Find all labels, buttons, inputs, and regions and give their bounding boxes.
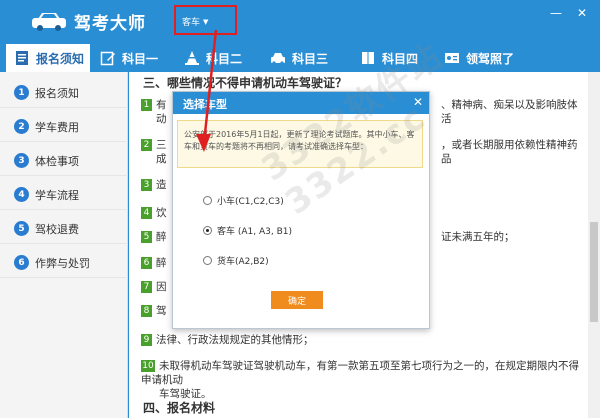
item-badge: 2 <box>141 139 152 151</box>
sidebar-item-label: 驾校退费 <box>35 222 79 236</box>
sidebar-item-baoming[interactable]: 1 报名须知 <box>0 78 128 108</box>
sidebar-item-refund[interactable]: 5 驾校退费 <box>0 214 128 244</box>
tab-label: 报名须知 <box>36 51 85 66</box>
edit-icon <box>100 51 115 66</box>
car-type-dialog: 选择车型 ✕ 公安部于2016年5月1日起，更新了理论考试题库。其中小车、客车和… <box>172 91 430 329</box>
tab-kemu3[interactable]: 科目三 <box>262 44 348 72</box>
radio-option-bus[interactable]: 客车 (A1, A3, B1) <box>203 224 292 237</box>
tab-kemu1[interactable]: 科目一 <box>92 44 172 72</box>
close-icon[interactable]: ✕ <box>574 6 590 20</box>
cone-icon <box>185 51 199 65</box>
sidebar-item-cheating[interactable]: 6 作弊与处罚 <box>0 248 128 278</box>
tab-license[interactable]: 领驾照了 <box>436 44 528 72</box>
app-title: 驾考大师 <box>74 14 146 34</box>
sidebar-item-label: 报名须知 <box>35 86 79 100</box>
item-badge: 9 <box>141 334 152 346</box>
item-badge: 10 <box>141 360 155 372</box>
radio-button[interactable] <box>203 226 212 235</box>
scrollbar[interactable] <box>588 72 600 418</box>
tab-kemu2[interactable]: 科目二 <box>176 44 260 72</box>
document-icon <box>16 51 28 65</box>
item-badge: 1 <box>141 99 152 111</box>
close-icon[interactable]: ✕ <box>413 95 423 109</box>
dialog-header: 选择车型 ✕ <box>173 92 429 114</box>
title-bar: 驾考大师 客车 ▼ — ✕ <box>0 0 600 42</box>
radio-option-truck[interactable]: 货车(A2,B2) <box>203 254 269 267</box>
sidebar-item-label: 学车费用 <box>35 120 79 134</box>
confirm-button[interactable]: 确定 <box>271 291 323 309</box>
item-badge: 4 <box>141 207 152 219</box>
radio-label: 货车(A2,B2) <box>217 257 269 267</box>
item-text: 醉 <box>156 257 167 269</box>
item-text-tail: 、精神病、痴呆以及影响肢体活 <box>441 99 578 125</box>
radio-label: 客车 (A1, A3, B1) <box>217 227 292 237</box>
car-type-value: 客车 <box>182 18 201 28</box>
dialog-title: 选择车型 <box>183 98 227 111</box>
section-heading: 三、哪些情况不得申请机动车驾驶证？ <box>143 76 348 90</box>
tab-label: 领驾照了 <box>466 51 515 66</box>
car-logo-icon <box>32 13 66 31</box>
sidebar-item-label: 作弊与处罚 <box>35 256 90 270</box>
item-number: 6 <box>14 255 29 270</box>
item-text: 饮 <box>156 207 167 219</box>
item-text: 有 <box>156 99 167 111</box>
dialog-notice: 公安部于2016年5月1日起，更新了理论考试题库。其中小车、客车和货车的考题将不… <box>177 120 423 168</box>
radio-option-small-car[interactable]: 小车(C1,C2,C3) <box>203 194 284 207</box>
car-type-dropdown[interactable]: 客车 ▼ <box>174 5 237 35</box>
item-badge: 6 <box>141 257 152 269</box>
item-badge: 7 <box>141 281 152 293</box>
caret-down-icon: ▼ <box>203 17 209 26</box>
sidebar-item-physical[interactable]: 3 体检事项 <box>0 146 128 176</box>
item-text: 醉 <box>156 231 167 243</box>
main-nav: 报名须知 科目一 科目二 科目三 科目四 领驾照了 <box>0 42 600 72</box>
scroll-thumb[interactable] <box>590 222 598 322</box>
sidebar-item-process[interactable]: 4 学车流程 <box>0 180 128 210</box>
sidebar-item-label: 学车流程 <box>35 188 79 202</box>
car-icon <box>271 53 285 65</box>
sidebar: 1 报名须知 2 学车费用 3 体检事项 4 学车流程 5 驾校退费 6 作弊与… <box>0 72 128 418</box>
sidebar-item-label: 体检事项 <box>35 154 79 168</box>
radio-label: 小车(C1,C2,C3) <box>217 197 284 207</box>
section-heading: 四、报名材料 <box>143 401 216 415</box>
item-badge: 8 <box>141 305 152 317</box>
item-text: 三 <box>156 139 167 151</box>
tab-label: 科目一 <box>122 51 159 66</box>
item-text-tail: 证未满五年的； <box>441 231 515 243</box>
book-icon <box>362 52 374 64</box>
item-text: 法律、行政法规规定的其他情形； <box>156 334 314 346</box>
tab-baoming[interactable]: 报名须知 <box>6 44 90 72</box>
radio-button[interactable] <box>203 196 212 205</box>
item-text-tail: ，或者长期服用依赖性精神药品 <box>441 139 578 165</box>
item-text: 因 <box>156 281 167 293</box>
tab-label: 科目三 <box>292 51 329 66</box>
tab-label: 科目二 <box>206 51 243 66</box>
list-item: 10 未取得机动车驾驶证驾驶机动车，有第一款第五项至第七项行为之一的，在规定期限内… <box>141 359 581 401</box>
license-icon <box>445 53 459 63</box>
radio-button[interactable] <box>203 256 212 265</box>
item-text: 未取得机动车驾驶证驾驶机动车，有第一款第五项至第七项行为之一的，在规定期限内不得… <box>141 360 579 386</box>
sidebar-item-fees[interactable]: 2 学车费用 <box>0 112 128 142</box>
item-badge: 5 <box>141 231 152 243</box>
minimize-icon[interactable]: — <box>548 6 564 20</box>
item-number: 1 <box>14 85 29 100</box>
item-number: 3 <box>14 153 29 168</box>
item-number: 4 <box>14 187 29 202</box>
item-number: 2 <box>14 119 29 134</box>
tab-kemu4[interactable]: 科目四 <box>352 44 436 72</box>
item-badge: 3 <box>141 179 152 191</box>
item-text: 驾 <box>156 305 167 317</box>
item-text: 造 <box>156 179 167 191</box>
list-item: 9 法律、行政法规规定的其他情形； <box>141 333 581 347</box>
tab-label: 科目四 <box>382 51 419 66</box>
item-number: 5 <box>14 221 29 236</box>
